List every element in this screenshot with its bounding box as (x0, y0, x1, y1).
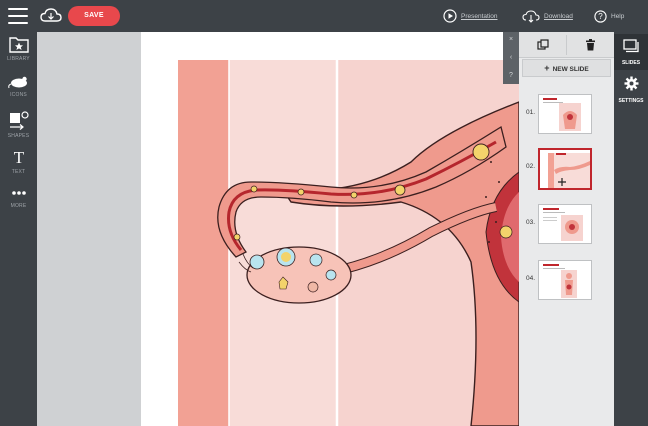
slide-thumbnail-row[interactable]: 04. (519, 260, 614, 304)
more-dots-icon (11, 191, 26, 195)
uterus-ovary-illustration[interactable] (141, 32, 519, 426)
slides-icon (623, 39, 639, 53)
tab-slides[interactable]: SLIDES (614, 34, 648, 70)
presentation-label: Presentation (461, 12, 498, 20)
slides-panel-toolbar (519, 32, 614, 58)
help-button[interactable]: ? Help (594, 7, 624, 25)
slide-thumbnail[interactable] (538, 260, 592, 300)
duplicate-slide-button[interactable] (519, 32, 566, 58)
help-label: Help (611, 12, 625, 20)
mouse-animal-icon (7, 76, 27, 89)
download-label: Download (544, 12, 573, 20)
slide-thumbnail-row[interactable]: 02. (519, 148, 614, 192)
tool-library-label: LIBRARY (7, 56, 30, 62)
panel-collapse-strip: × ‹ ? (503, 32, 519, 84)
duplicate-icon (536, 39, 549, 50)
tool-text[interactable]: T TEXT (0, 148, 37, 188)
collapse-panel-button[interactable]: ‹ (503, 51, 519, 64)
new-slide-label: NEW SLIDE (552, 66, 589, 73)
tool-shapes-label: SHAPES (7, 133, 30, 139)
tab-slides-label: SLIDES (621, 60, 641, 66)
top-bar: SAVE Presentation Download ? Help (0, 0, 648, 32)
slide-thumbnail-row[interactable]: 03. (519, 204, 614, 248)
gear-icon (624, 76, 638, 91)
tool-shapes[interactable]: SHAPES (0, 110, 37, 150)
play-circle-icon (443, 9, 457, 23)
plus-icon: + (544, 63, 550, 73)
tool-more-label: MORE (10, 203, 27, 209)
new-slide-button[interactable]: + NEW SLIDE (522, 59, 611, 77)
close-panel-button[interactable]: × (503, 33, 519, 46)
hamburger-menu-icon[interactable] (8, 8, 28, 24)
slide-thumbnail[interactable] (538, 204, 592, 244)
slide-thumbnail-row[interactable]: 01. (519, 94, 614, 138)
slide-thumbnail-active[interactable] (538, 148, 592, 190)
tab-settings[interactable]: SETTINGS (614, 72, 648, 108)
trash-icon (586, 39, 595, 51)
svg-text:?: ? (598, 12, 603, 21)
shapes-icon (9, 111, 29, 130)
download-button[interactable]: Download (522, 7, 573, 25)
slide-number: 01. (526, 109, 536, 116)
save-button[interactable]: SAVE (68, 6, 120, 26)
text-t-icon: T (13, 148, 24, 166)
slide-number: 02. (526, 163, 536, 170)
cloud-save-icon[interactable] (40, 6, 62, 26)
right-sidebar: SLIDES SETTINGS (614, 32, 648, 426)
tool-library[interactable]: LIBRARY (0, 35, 37, 75)
tool-text-label: TEXT (11, 169, 26, 175)
slide-canvas[interactable] (141, 32, 519, 426)
svg-text:T: T (13, 148, 24, 166)
presentation-button[interactable]: Presentation (443, 7, 498, 25)
tool-icons-label: ICONS (10, 92, 27, 98)
slide-thumbnail[interactable] (538, 94, 592, 134)
slide-number: 04. (526, 275, 536, 282)
folder-star-icon (8, 37, 29, 53)
tab-settings-label: SETTINGS (618, 98, 644, 104)
left-toolbar: LIBRARY ICONS SHAPES T TEXT MORE (0, 32, 37, 426)
slides-panel: + NEW SLIDE 01. 02. 03. 04. (519, 32, 614, 426)
panel-help-button[interactable]: ? (503, 69, 519, 82)
cloud-download-icon (522, 10, 540, 23)
delete-slide-button[interactable] (567, 32, 614, 58)
help-circle-icon: ? (594, 9, 607, 23)
canvas-workspace[interactable] (37, 32, 519, 426)
tool-more[interactable]: MORE (0, 186, 37, 226)
tool-icons[interactable]: ICONS (0, 73, 37, 113)
slide-number: 03. (526, 219, 536, 226)
